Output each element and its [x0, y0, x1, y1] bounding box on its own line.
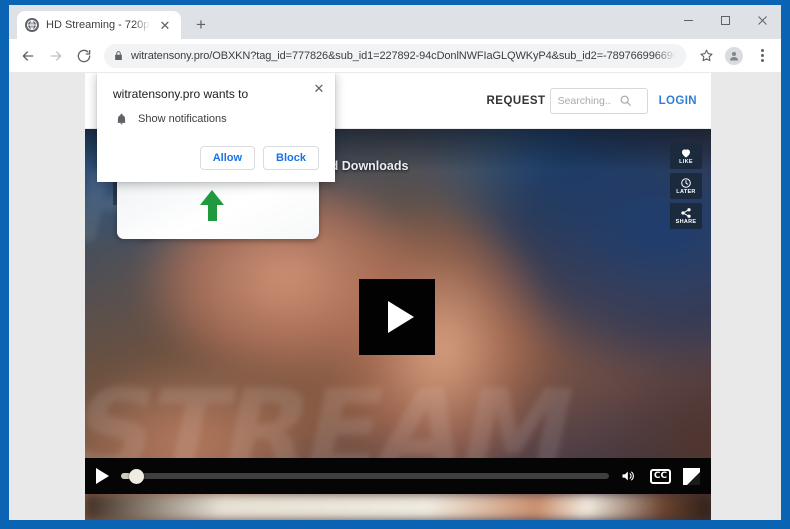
allow-hint-callout	[117, 173, 319, 239]
video-stage: HD STREAM HD HD Streaming - 720p - Unlim…	[85, 129, 711, 520]
stage-bottom-strip	[85, 494, 711, 520]
profile-avatar-icon[interactable]	[721, 43, 747, 69]
new-tab-button[interactable]: +	[187, 11, 215, 39]
tab-strip: HD Streaming - 720p - Unlimited Download…	[9, 5, 781, 39]
search-placeholder: Searching..	[557, 94, 611, 107]
back-arrow-icon[interactable]	[15, 43, 41, 69]
bell-icon	[115, 112, 128, 126]
progress-handle[interactable]	[129, 468, 144, 484]
address-bar[interactable]: witratensony.pro/OBXKN?tag_id=777826&sub…	[104, 43, 686, 68]
progress-bar[interactable]	[121, 468, 609, 484]
maximize-icon[interactable]	[707, 5, 744, 35]
browser-tab[interactable]: HD Streaming - 720p - Unlimited Download…	[17, 11, 181, 39]
star-icon[interactable]	[693, 43, 719, 69]
play-pause-button[interactable]	[96, 468, 109, 484]
tab-title: HD Streaming - 720p - Unlimited Download…	[46, 19, 150, 31]
block-button[interactable]: Block	[263, 146, 319, 170]
login-link[interactable]: LOGIN	[659, 95, 697, 107]
notification-permission-dialog: ✕ witratensony.pro wants to Show notific…	[97, 73, 335, 182]
dialog-title: witratensony.pro wants to	[113, 87, 249, 101]
site-header-right: Searching.. LOGIN	[549, 87, 697, 114]
permission-text: Show notifications	[138, 113, 227, 125]
avatar	[725, 46, 743, 65]
desktop-background: HD Streaming - 720p - Unlimited Download…	[0, 0, 790, 529]
big-play-button[interactable]	[359, 279, 435, 355]
browser-window: HD Streaming - 720p - Unlimited Download…	[9, 5, 781, 520]
closed-captions-button[interactable]: CC	[650, 468, 671, 484]
video-action-rail: LIKE LATER SHARE	[670, 143, 702, 229]
share-label: SHARE	[675, 218, 697, 225]
play-icon	[387, 301, 414, 333]
lock-icon	[114, 50, 124, 61]
close-icon[interactable]	[744, 5, 781, 35]
volume-icon[interactable]	[619, 468, 638, 484]
search-input[interactable]: Searching..	[549, 87, 648, 114]
later-label: LATER	[676, 188, 696, 195]
browser-toolbar: witratensony.pro/OBXKN?tag_id=777826&sub…	[9, 39, 781, 73]
forward-arrow-icon[interactable]	[43, 43, 69, 69]
fullscreen-icon[interactable]	[683, 467, 700, 485]
later-button[interactable]: LATER	[670, 173, 702, 199]
share-button[interactable]: SHARE	[670, 203, 702, 229]
window-controls	[670, 5, 781, 35]
player-controls: CC	[85, 458, 711, 494]
tab-close-icon[interactable]: ✕	[157, 17, 173, 33]
permission-row: Show notifications	[113, 112, 319, 126]
page-viewport: HOME REQUEST Searching.. LOGIN	[9, 73, 781, 520]
player-controls-right: CC	[619, 467, 700, 485]
allow-button[interactable]: Allow	[199, 146, 256, 170]
nav-item-request[interactable]: REQUEST	[486, 95, 545, 107]
minimize-icon[interactable]	[670, 5, 707, 35]
three-dot-menu-icon[interactable]	[749, 43, 775, 69]
reload-icon[interactable]	[71, 43, 97, 69]
dialog-actions: Allow Block	[113, 146, 319, 170]
search-icon[interactable]	[619, 94, 640, 107]
like-button[interactable]: LIKE	[670, 143, 702, 169]
url-text: witratensony.pro/OBXKN?tag_id=777826&sub…	[131, 49, 676, 62]
menu-dots	[760, 49, 764, 62]
green-up-arrow-icon	[200, 190, 224, 221]
globe-icon	[25, 18, 39, 32]
dialog-close-icon[interactable]: ✕	[312, 81, 326, 95]
like-label: LIKE	[679, 158, 693, 165]
